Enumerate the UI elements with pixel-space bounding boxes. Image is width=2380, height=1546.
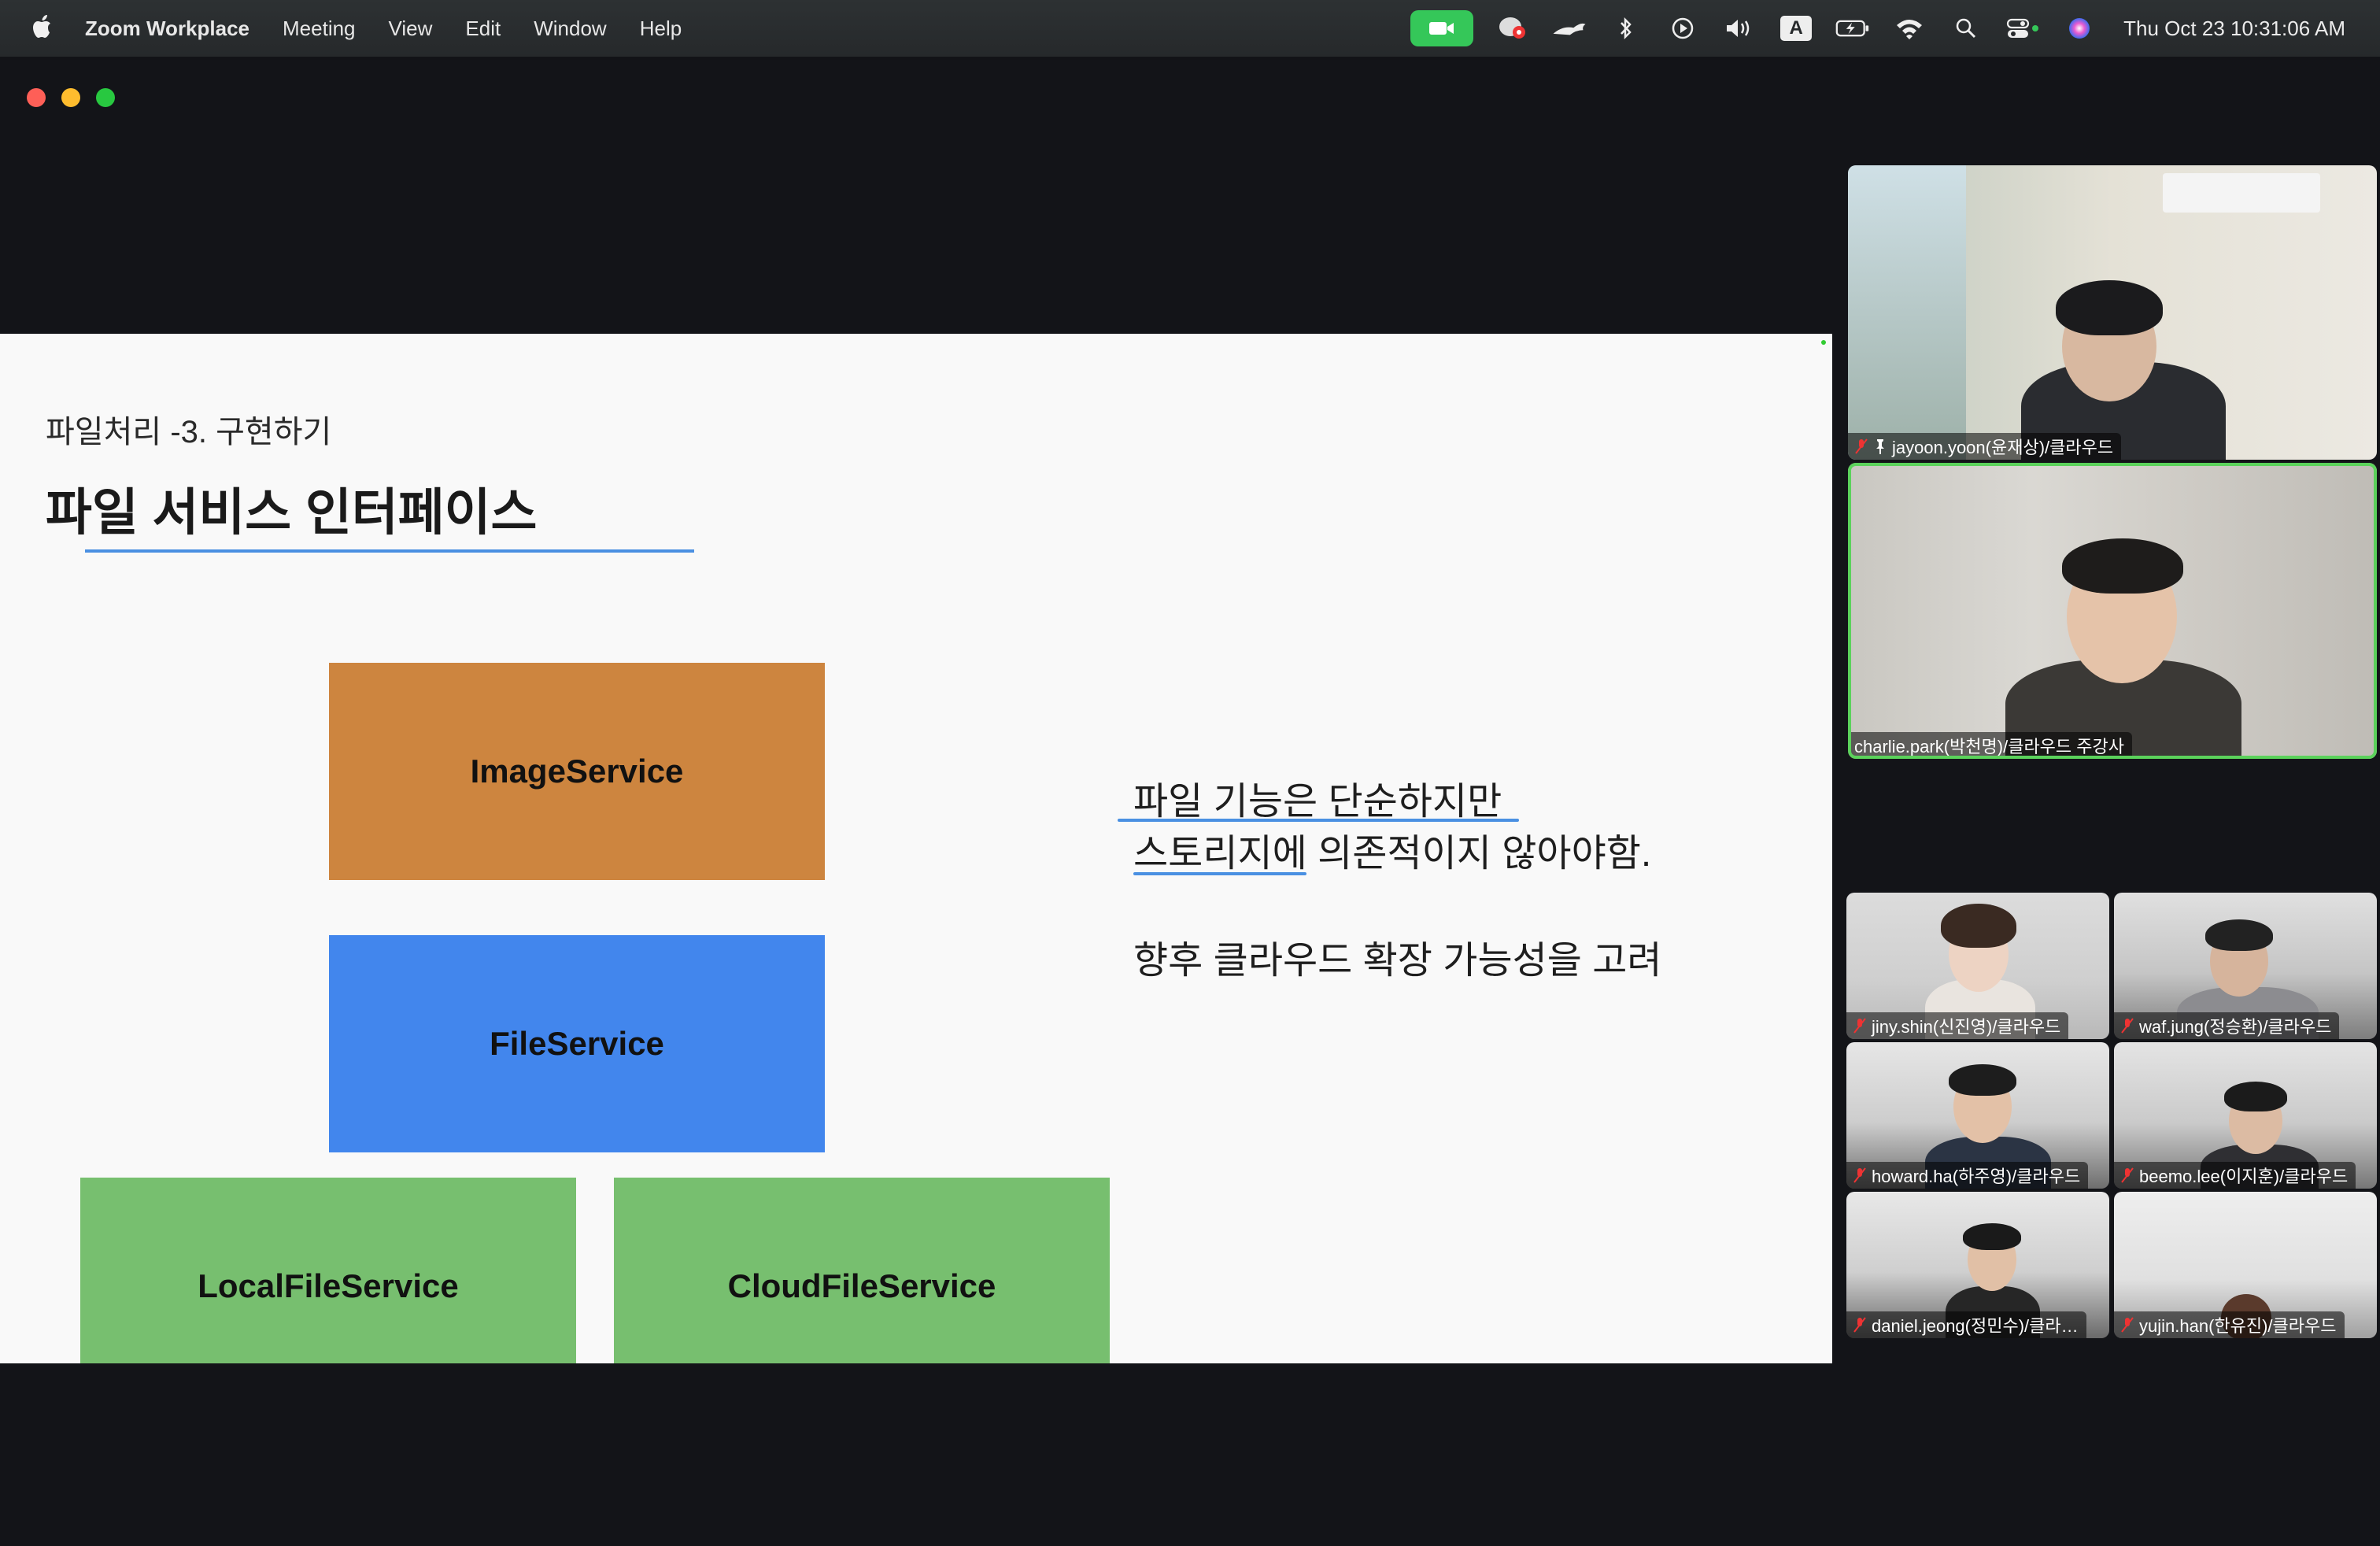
muted-mic-icon	[2121, 1317, 2134, 1333]
shared-screen-slide: 파일처리 -3. 구현하기 파일 서비스 인터페이스 ImageService …	[0, 334, 1832, 1363]
window-fullscreen-button[interactable]	[96, 88, 115, 107]
annotation-underline-1	[1118, 819, 1519, 822]
video-tile-active-speaker[interactable]: charlie.park(박천명)/클라우드 주강사	[1848, 463, 2377, 759]
participant-label: yujin.han(한유진)/클라우드	[2114, 1311, 2345, 1338]
app-menu[interactable]: Zoom Workplace	[85, 17, 249, 41]
video-tile[interactable]: daniel.jeong(정민수)/클라…	[1846, 1192, 2109, 1338]
slide-subtitle: 파일처리 -3. 구현하기	[46, 415, 332, 449]
muted-mic-icon	[2121, 1167, 2134, 1183]
air-conditioner	[2163, 173, 2320, 213]
participant-label: jayoon.yoon(윤재상)/클라우드	[1848, 433, 2122, 460]
slide-title: 파일 서비스 인터페이스	[46, 484, 538, 541]
menu-edit[interactable]: Edit	[465, 17, 501, 41]
file-service-box: FileService	[329, 935, 825, 1152]
muted-mic-icon	[1853, 1167, 1866, 1183]
participant-label: howard.ha(하주영)/클라우드	[1846, 1162, 2089, 1189]
participant-label: beemo.lee(이지훈)/클라우드	[2114, 1162, 2356, 1189]
muted-mic-icon	[2121, 1018, 2134, 1034]
participant-name: jiny.shin(신진영)/클라우드	[1872, 1017, 2061, 1037]
muted-mic-icon	[1853, 1018, 1866, 1034]
now-playing-icon[interactable]	[1665, 11, 1700, 46]
battery-icon[interactable]	[1835, 11, 1870, 46]
zoom-meeting-window: 파일처리 -3. 구현하기 파일 서비스 인터페이스 ImageService …	[0, 60, 2380, 1546]
muted-mic-icon	[1855, 438, 1868, 454]
video-tile[interactable]: beemo.lee(이지훈)/클라우드	[2114, 1042, 2377, 1189]
participant-name: beemo.lee(이지훈)/클라우드	[2139, 1167, 2349, 1186]
squirrel-app-icon[interactable]	[1552, 11, 1587, 46]
video-tile[interactable]: jiny.shin(신진영)/클라우드	[1846, 893, 2109, 1039]
participant-label: charlie.park(박천명)/클라우드 주강사	[1848, 732, 2132, 759]
chat-record-icon[interactable]	[1495, 11, 1530, 46]
local-file-service-box: LocalFileService	[80, 1178, 576, 1363]
bluetooth-icon[interactable]	[1609, 11, 1643, 46]
slide-note-line-1: 파일 기능은 단순하지만	[1133, 781, 1502, 823]
menubar-clock[interactable]: Thu Oct 23 10:31:06 AM	[2123, 17, 2345, 41]
video-tile-pinned[interactable]: jayoon.yoon(윤재상)/클라우드	[1848, 165, 2377, 460]
window-background	[1848, 165, 1966, 460]
menu-window[interactable]: Window	[534, 17, 606, 41]
participant-name: yujin.han(한유진)/클라우드	[2139, 1316, 2337, 1336]
video-tile[interactable]: waf.jung(정승환)/클라우드	[2114, 893, 2377, 1039]
menu-meeting[interactable]: Meeting	[283, 17, 356, 41]
menu-view[interactable]: View	[389, 17, 433, 41]
window-close-button[interactable]	[27, 88, 46, 107]
status-area: A Thu Oct 23 10:31:06 AM	[1410, 0, 2345, 57]
participant-name: jayoon.yoon(윤재상)/클라우드	[1892, 438, 2114, 457]
cloud-file-service-box: CloudFileService	[614, 1178, 1110, 1363]
control-center-icon[interactable]	[2005, 11, 2040, 46]
video-tile[interactable]: howard.ha(하주영)/클라우드	[1846, 1042, 2109, 1189]
menu-bar: Zoom Workplace Meeting View Edit Window …	[0, 0, 2380, 57]
volume-icon[interactable]	[1722, 11, 1757, 46]
participant-label: daniel.jeong(정민수)/클라…	[1846, 1311, 2086, 1338]
image-service-box: ImageService	[329, 663, 825, 880]
zoom-camera-indicator-icon[interactable]	[1410, 10, 1474, 46]
siri-icon[interactable]	[2062, 11, 2097, 46]
wifi-icon[interactable]	[1892, 11, 1927, 46]
input-source-label: A	[1780, 16, 1813, 41]
spotlight-search-icon[interactable]	[1949, 11, 1983, 46]
title-underline	[85, 549, 694, 553]
slide-note-line-3: 향후 클라우드 확장 가능성을 고려	[1133, 940, 1662, 982]
pin-icon	[1876, 439, 1884, 454]
muted-mic-icon	[1853, 1317, 1866, 1333]
share-indicator-dot	[1821, 340, 1826, 345]
input-source-icon[interactable]: A	[1779, 11, 1813, 46]
participant-name: charlie.park(박천명)/클라우드 주강사	[1854, 737, 2124, 756]
menu-help[interactable]: Help	[640, 17, 682, 41]
apple-menu-icon[interactable]	[31, 11, 55, 43]
window-minimize-button[interactable]	[61, 88, 80, 107]
annotation-underline-2	[1133, 872, 1306, 875]
slide-note-line-2: 스토리지에 의존적이지 않아야함.	[1133, 833, 1652, 875]
participant-name: howard.ha(하주영)/클라우드	[1872, 1167, 2081, 1186]
video-tile[interactable]: yujin.han(한유진)/클라우드	[2114, 1192, 2377, 1338]
participant-name: waf.jung(정승환)/클라우드	[2139, 1017, 2332, 1037]
participant-label: jiny.shin(신진영)/클라우드	[1846, 1012, 2069, 1039]
participant-name: daniel.jeong(정민수)/클라…	[1872, 1316, 2079, 1336]
participant-label: waf.jung(정승환)/클라우드	[2114, 1012, 2340, 1039]
